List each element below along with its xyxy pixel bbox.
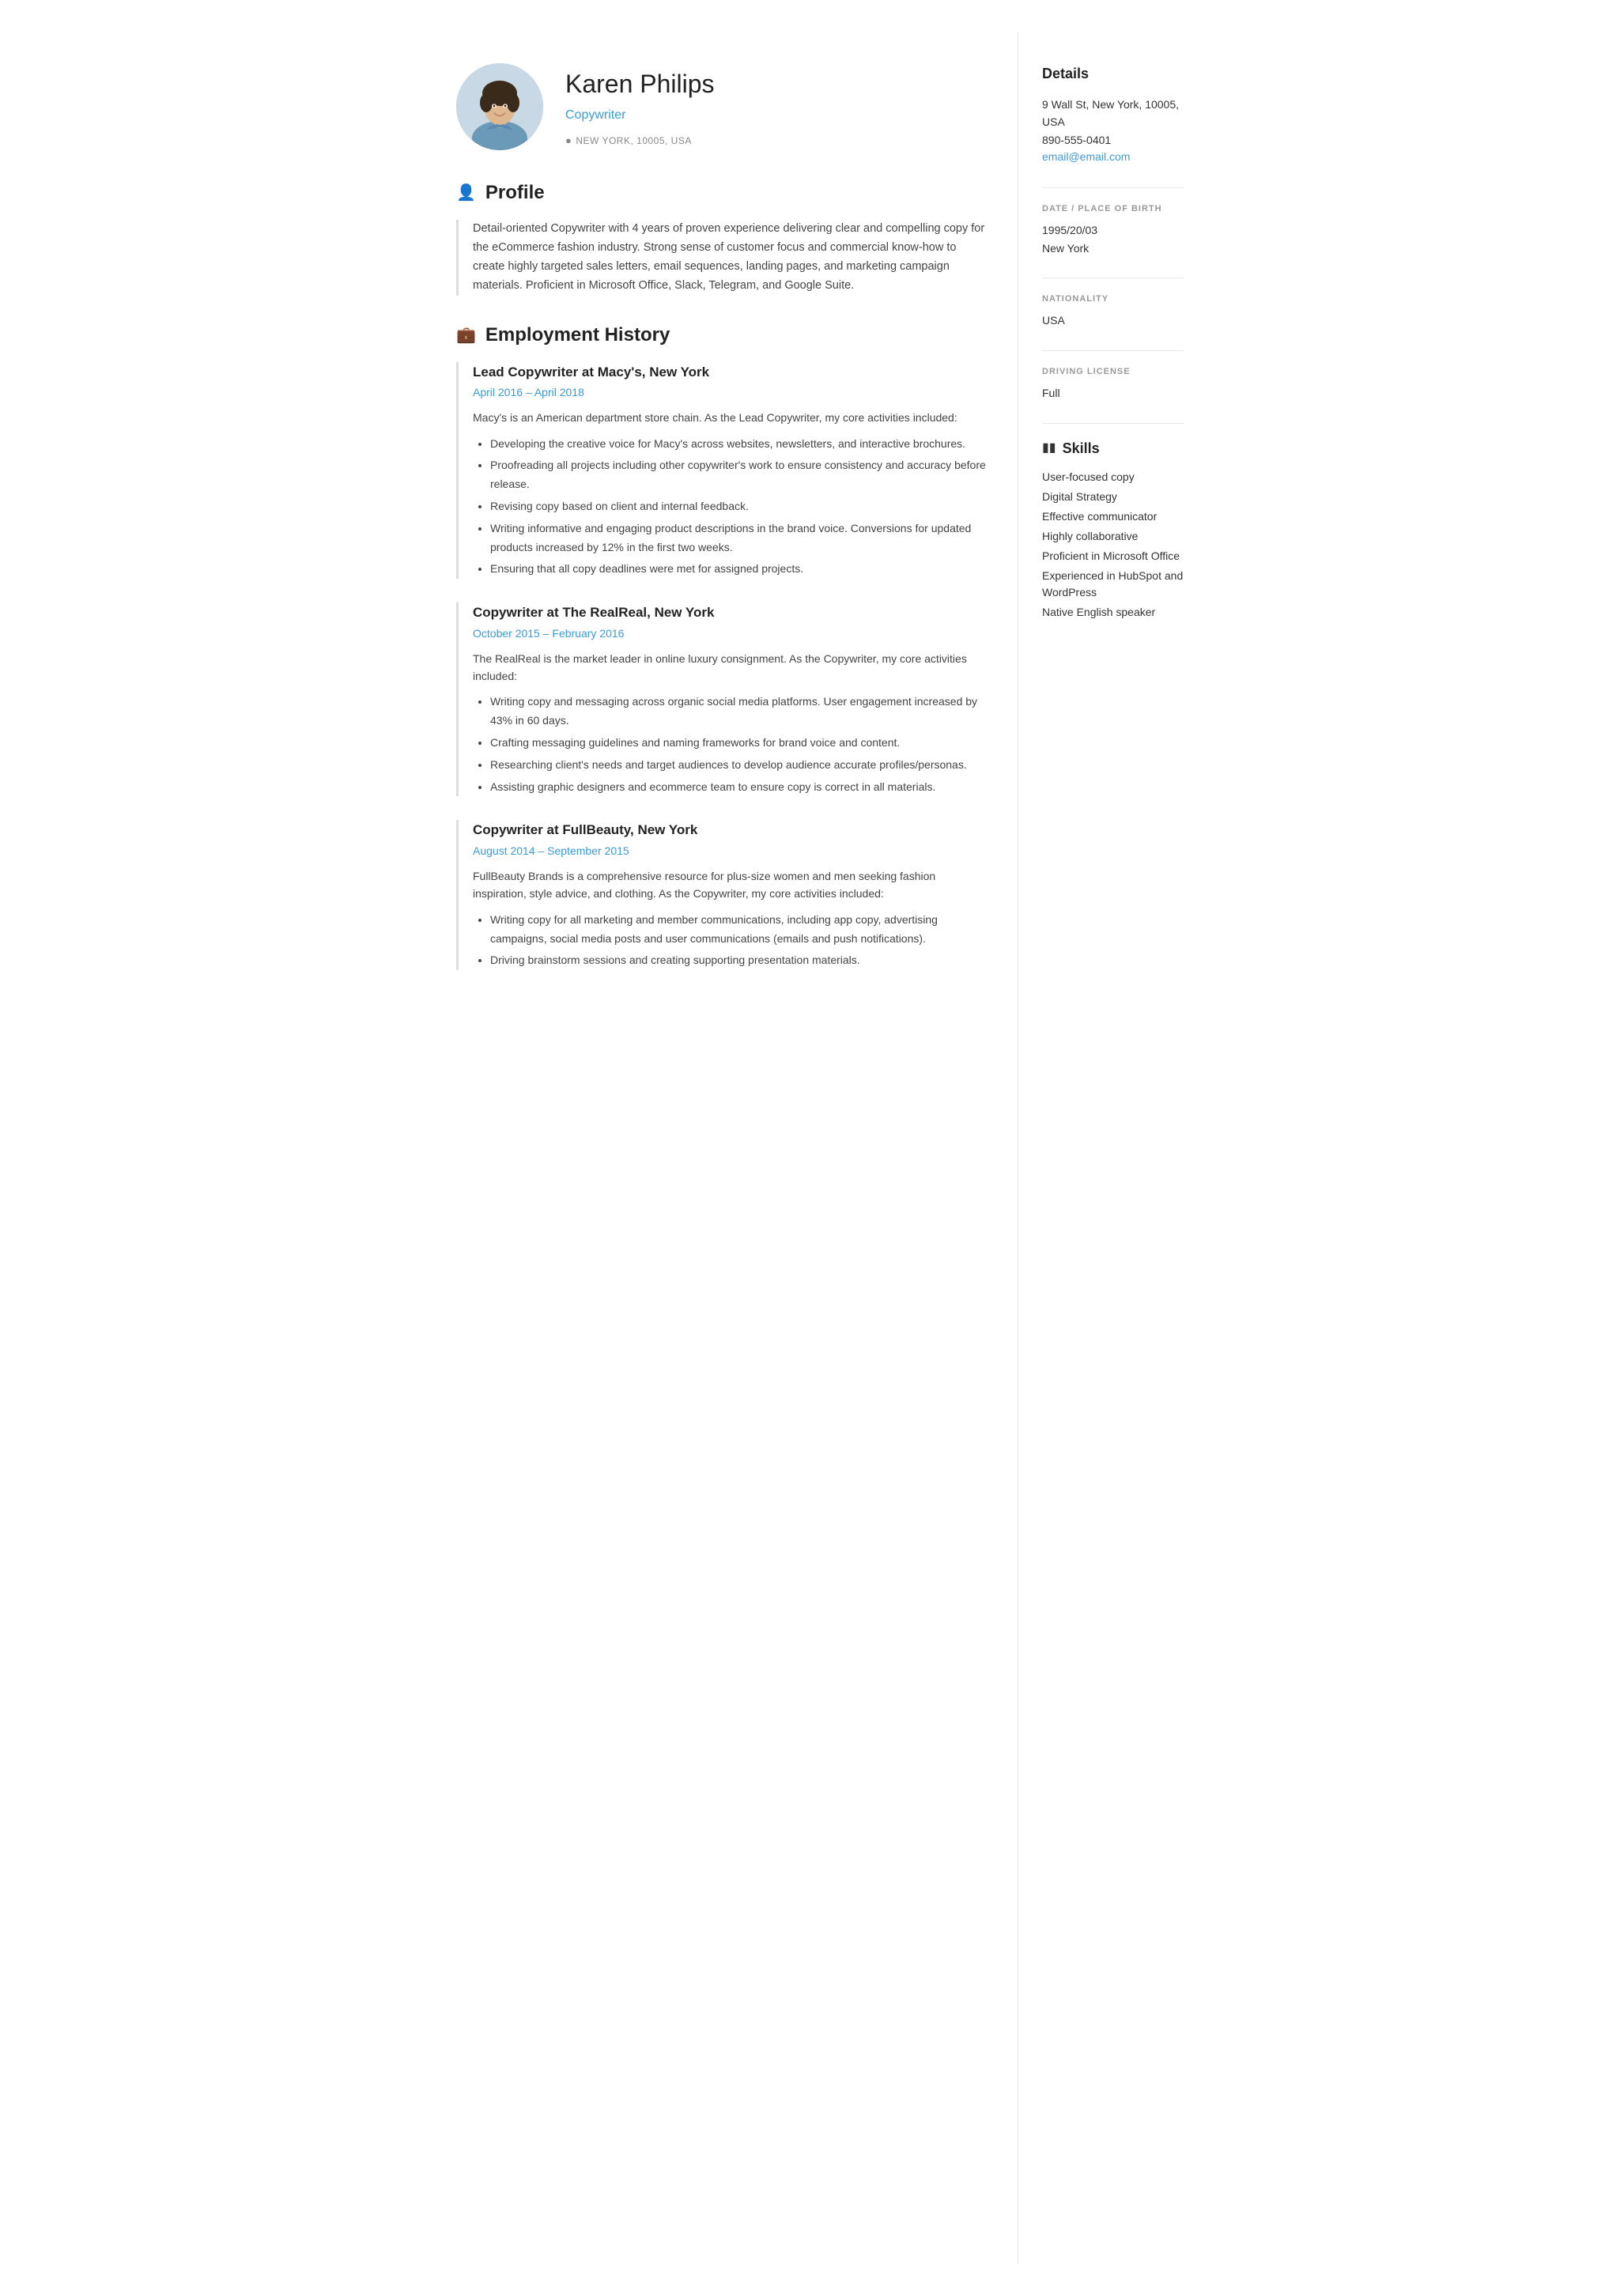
list-item: Researching client's needs and target au… xyxy=(490,756,986,775)
employment-section-header: 💼 Employment History xyxy=(456,321,986,349)
profile-title: Profile xyxy=(485,179,545,207)
skill-item: Native English speaker xyxy=(1042,604,1184,621)
job-block-1: Lead Copywriter at Macy's, New York Apri… xyxy=(456,362,986,579)
skill-item: Experienced in HubSpot and WordPress xyxy=(1042,568,1184,601)
sidebar-dob-value: 1995/20/03 xyxy=(1042,221,1184,239)
job-bullets-2: Writing copy and messaging across organi… xyxy=(473,693,986,796)
nationality-label: NATIONALITY xyxy=(1042,293,1184,306)
dob-label: DATE / PLACE OF BIRTH xyxy=(1042,202,1184,216)
location-icon: ● xyxy=(565,133,572,149)
skill-item: Digital Strategy xyxy=(1042,489,1184,505)
sidebar-details-title: Details xyxy=(1042,63,1184,85)
list-item: Crafting messaging guidelines and naming… xyxy=(490,734,986,753)
job-title-2: Copywriter at The RealReal, New York xyxy=(473,602,986,623)
list-item: Revising copy based on client and intern… xyxy=(490,497,986,516)
main-content: Karen Philips Copywriter ● NEW YORK, 100… xyxy=(417,32,1018,2264)
candidate-title: Copywriter xyxy=(565,106,715,125)
job-dates-3: August 2014 – September 2015 xyxy=(473,843,986,859)
resume-container: Karen Philips Copywriter ● NEW YORK, 100… xyxy=(417,0,1207,2296)
skill-item: User-focused copy xyxy=(1042,469,1184,485)
header-info: Karen Philips Copywriter ● NEW YORK, 100… xyxy=(565,65,715,149)
sidebar-nationality-value: USA xyxy=(1042,312,1184,329)
employment-section: 💼 Employment History Lead Copywriter at … xyxy=(456,321,986,970)
profile-text: Detail-oriented Copywriter with 4 years … xyxy=(473,220,986,296)
job-block-3: Copywriter at FullBeauty, New York Augus… xyxy=(456,820,986,970)
skills-header: ▮▮ Skills xyxy=(1042,438,1184,459)
sidebar: Details 9 Wall St, New York, 10005, USA … xyxy=(1018,32,1207,2264)
sidebar-phone: 890-555-0401 xyxy=(1042,131,1184,149)
skill-item: Highly collaborative xyxy=(1042,528,1184,545)
skills-icon: ▮▮ xyxy=(1042,439,1056,458)
job-block-2: Copywriter at The RealReal, New York Oct… xyxy=(456,602,986,796)
sidebar-details: Details 9 Wall St, New York, 10005, USA … xyxy=(1042,63,1184,167)
sidebar-birthplace: New York xyxy=(1042,240,1184,257)
employment-title: Employment History xyxy=(485,321,670,349)
sidebar-email[interactable]: email@email.com xyxy=(1042,150,1130,163)
job-title-3: Copywriter at FullBeauty, New York xyxy=(473,820,986,840)
list-item: Writing informative and engaging product… xyxy=(490,519,986,557)
sidebar-divider-3 xyxy=(1042,350,1184,351)
sidebar-address: 9 Wall St, New York, 10005, USA xyxy=(1042,96,1184,131)
job-dates-2: October 2015 – February 2016 xyxy=(473,625,986,642)
sidebar-driving-value: Full xyxy=(1042,384,1184,402)
list-item: Proofreading all projects including othe… xyxy=(490,456,986,494)
job-description-3: FullBeauty Brands is a comprehensive res… xyxy=(473,867,986,903)
candidate-location: ● NEW YORK, 10005, USA xyxy=(565,133,715,149)
job-title-1: Lead Copywriter at Macy's, New York xyxy=(473,362,986,383)
sidebar-divider-4 xyxy=(1042,423,1184,424)
job-bullets-3: Writing copy for all marketing and membe… xyxy=(473,911,986,970)
list-item: Driving brainstorm sessions and creating… xyxy=(490,951,986,970)
skills-title: Skills xyxy=(1063,438,1100,459)
skill-item: Proficient in Microsoft Office xyxy=(1042,548,1184,565)
job-description-1: Macy's is an American department store c… xyxy=(473,409,986,426)
profile-section-header: 👤 Profile xyxy=(456,179,986,207)
list-item: Assisting graphic designers and ecommerc… xyxy=(490,778,986,797)
job-dates-1: April 2016 – April 2018 xyxy=(473,384,986,401)
sidebar-divider-1 xyxy=(1042,187,1184,188)
skill-item: Effective communicator xyxy=(1042,508,1184,525)
candidate-name: Karen Philips xyxy=(565,65,715,103)
list-item: Ensuring that all copy deadlines were me… xyxy=(490,560,986,579)
list-item: Writing copy and messaging across organi… xyxy=(490,693,986,731)
sidebar-nationality: NATIONALITY USA xyxy=(1042,293,1184,330)
profile-icon: 👤 xyxy=(456,181,476,205)
avatar-image xyxy=(456,63,543,150)
job-bullets-1: Developing the creative voice for Macy's… xyxy=(473,435,986,580)
profile-section: 👤 Profile Detail-oriented Copywriter wit… xyxy=(456,179,986,296)
avatar xyxy=(456,63,543,150)
job-description-2: The RealReal is the market leader in onl… xyxy=(473,650,986,685)
profile-body: Detail-oriented Copywriter with 4 years … xyxy=(456,220,986,296)
list-item: Developing the creative voice for Macy's… xyxy=(490,435,986,454)
sidebar-skills: ▮▮ Skills User-focused copy Digital Stra… xyxy=(1042,438,1184,621)
list-item: Writing copy for all marketing and membe… xyxy=(490,911,986,949)
sidebar-dob: DATE / PLACE OF BIRTH 1995/20/03 New Yor… xyxy=(1042,202,1184,257)
header-section: Karen Philips Copywriter ● NEW YORK, 100… xyxy=(456,63,986,150)
employment-icon: 💼 xyxy=(456,323,476,347)
sidebar-driving: DRIVING LICENSE Full xyxy=(1042,365,1184,402)
driving-label: DRIVING LICENSE xyxy=(1042,365,1184,379)
